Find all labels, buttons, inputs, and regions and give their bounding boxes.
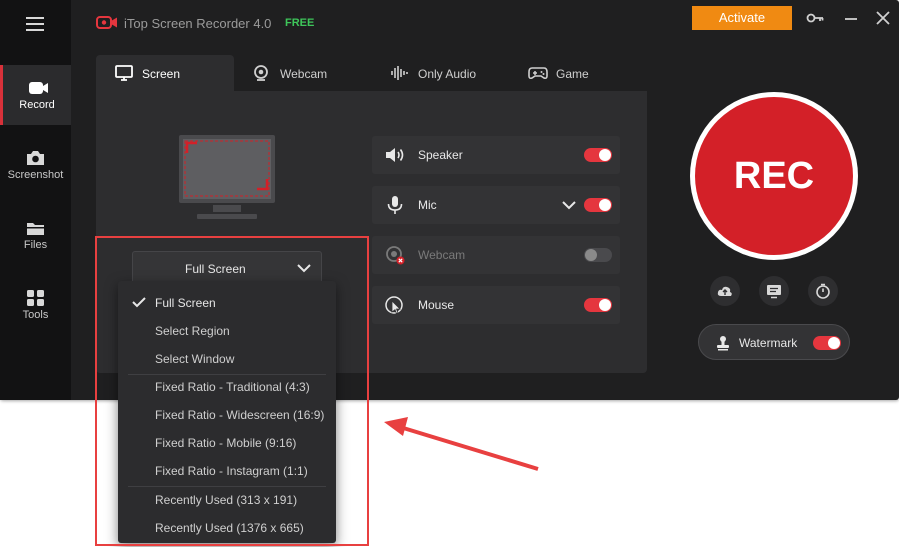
webcam-icon xyxy=(254,65,268,81)
annotation-highlight-box xyxy=(95,236,369,546)
stamp-icon xyxy=(717,336,729,351)
sidebar-item-record[interactable]: Record xyxy=(0,65,71,125)
speaker-icon xyxy=(386,148,404,162)
close-icon[interactable] xyxy=(874,10,892,26)
sidebar-item-label: Screenshot xyxy=(7,169,64,181)
mouse-toggle[interactable] xyxy=(584,298,612,312)
watermark-label: Watermark xyxy=(739,336,798,350)
tab-label: Game xyxy=(556,67,589,81)
stopwatch-icon xyxy=(816,283,830,299)
speaker-row: Speaker xyxy=(372,136,620,174)
menu-icon[interactable] xyxy=(26,16,46,32)
cloud-upload-icon xyxy=(717,286,732,296)
mic-icon xyxy=(387,196,403,214)
chevron-down-icon[interactable] xyxy=(562,200,576,210)
webcam-toggle[interactable] xyxy=(584,248,612,262)
sidebar-item-label: Tools xyxy=(22,309,49,321)
watermark-toggle[interactable] xyxy=(813,336,841,350)
gamepad-icon xyxy=(528,67,548,80)
folder-icon xyxy=(27,223,44,235)
mic-row: Mic xyxy=(372,186,620,224)
screen-list-icon xyxy=(767,285,781,299)
mouse-row: Mouse xyxy=(372,286,620,324)
timer-button[interactable] xyxy=(808,276,838,306)
mode-tabs: Screen Webcam Only Audio Game xyxy=(96,55,647,91)
sidebar-item-label: Files xyxy=(23,239,48,251)
speaker-label: Speaker xyxy=(418,148,463,162)
tab-webcam[interactable]: Webcam xyxy=(246,55,366,91)
speaker-toggle[interactable] xyxy=(584,148,612,162)
mic-label: Mic xyxy=(418,198,437,212)
tab-screen[interactable]: Screen xyxy=(96,55,234,91)
webcam-off-icon xyxy=(386,246,405,265)
app-logo-icon xyxy=(96,16,117,29)
free-badge: FREE xyxy=(285,17,315,29)
mouse-label: Mouse xyxy=(418,298,455,312)
monitor-preview-icon xyxy=(179,135,275,219)
cursor-icon xyxy=(385,296,403,315)
audio-wave-icon xyxy=(391,66,408,80)
sidebar-item-label: Record xyxy=(19,99,55,111)
tools-icon xyxy=(27,290,44,306)
camera-icon xyxy=(27,151,44,165)
tab-label: Webcam xyxy=(280,67,328,81)
sidebar-item-tools[interactable]: Tools xyxy=(0,275,71,335)
tab-only-audio[interactable]: Only Audio xyxy=(386,55,496,91)
tab-label: Screen xyxy=(142,67,181,81)
tab-game[interactable]: Game xyxy=(526,55,626,91)
activate-button[interactable]: Activate xyxy=(692,6,792,30)
webcam-label: Webcam xyxy=(418,248,466,262)
schedule-button[interactable] xyxy=(759,276,789,306)
record-icon xyxy=(29,82,48,94)
sidebar-item-screenshot[interactable]: Screenshot xyxy=(0,135,71,195)
tab-label: Only Audio xyxy=(418,67,477,81)
app-title: iTop Screen Recorder 4.0 xyxy=(124,16,272,31)
sidebar: Record Screenshot Files Tools xyxy=(0,0,71,400)
sidebar-item-files[interactable]: Files xyxy=(0,205,71,265)
annotation-arrow xyxy=(384,417,539,471)
minimize-icon[interactable] xyxy=(842,10,860,26)
monitor-icon xyxy=(115,65,133,81)
key-icon[interactable] xyxy=(806,10,824,26)
cloud-upload-button[interactable] xyxy=(710,276,740,306)
webcam-row: Webcam xyxy=(372,236,620,274)
rec-button[interactable]: REC xyxy=(695,97,853,255)
mic-toggle[interactable] xyxy=(584,198,612,212)
watermark-control: Watermark xyxy=(698,324,850,360)
